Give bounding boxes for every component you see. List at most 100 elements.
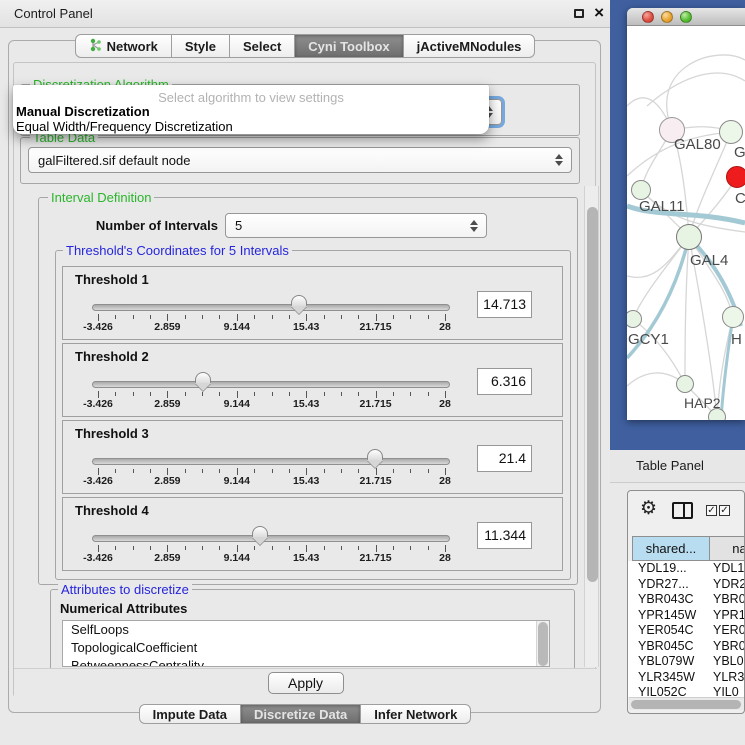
- slider-tick: [272, 546, 273, 550]
- network-node-gal11[interactable]: [631, 180, 651, 200]
- slider-tick-label: 9.144: [214, 321, 260, 333]
- table-row[interactable]: YBL079WYBL0: [628, 654, 745, 670]
- slider-tick: [324, 392, 325, 396]
- threshold-value-field[interactable]: 11.344: [477, 522, 532, 549]
- slider-track[interactable]: [92, 304, 450, 311]
- slider-tick: [150, 315, 151, 319]
- slider-thumb[interactable]: [291, 295, 307, 315]
- slider-tick: [98, 468, 99, 475]
- tab-infer-network[interactable]: Infer Network: [361, 704, 471, 724]
- network-node[interactable]: [708, 408, 726, 420]
- slider-thumb-point: [252, 537, 268, 545]
- network-icon: [89, 38, 102, 55]
- close-icon[interactable]: ×: [594, 3, 604, 23]
- slider-track[interactable]: [92, 381, 450, 388]
- cell-name: YIL0: [713, 685, 739, 697]
- table-row[interactable]: YER054CYER0: [628, 623, 745, 639]
- slider-tick-label: 21.715: [353, 552, 399, 564]
- slider-tick-label: 15.43: [283, 475, 329, 487]
- attribute-item-selfloops[interactable]: SelfLoops: [63, 621, 549, 639]
- table-row[interactable]: YIL052CYIL0: [628, 685, 745, 697]
- table-data-combobox[interactable]: galFiltered.sif default node: [28, 147, 572, 173]
- network-node-ga[interactable]: [719, 120, 743, 144]
- slider-tick-label: 21.715: [353, 398, 399, 410]
- minimize-traffic-light-icon[interactable]: [661, 11, 673, 23]
- tab-discretize-data[interactable]: Discretize Data: [241, 704, 361, 724]
- gear-icon[interactable]: ⚙: [640, 497, 657, 520]
- tab-label: Network: [107, 39, 158, 54]
- threshold-value-field[interactable]: 14.713: [477, 291, 532, 318]
- apply-button[interactable]: Apply: [268, 672, 344, 694]
- table-row[interactable]: YBR045CYBR0: [628, 639, 745, 655]
- main-scrollbar-thumb[interactable]: [587, 207, 598, 582]
- slider-thumb[interactable]: [195, 372, 211, 392]
- network-node-c[interactable]: [726, 166, 745, 188]
- main-scrollbar[interactable]: [584, 186, 599, 667]
- tab-style[interactable]: Style: [172, 34, 230, 58]
- slider-tick: [306, 545, 307, 552]
- slider-thumb[interactable]: [252, 526, 268, 546]
- close-traffic-light-icon[interactable]: [642, 11, 654, 23]
- numerical-attributes-list[interactable]: SelfLoopsTopologicalCoefficientBetweenne…: [62, 620, 550, 667]
- table-row[interactable]: YPR145WYPR1: [628, 608, 745, 624]
- float-window-icon[interactable]: [574, 9, 584, 18]
- table-row[interactable]: YDL19...YDL1: [628, 561, 745, 577]
- table-rows: YDL19...YDL1YDR27...YDR2YBR043CYBR0YPR14…: [628, 561, 745, 697]
- slider-tick: [428, 315, 429, 319]
- slider-tick: [98, 314, 99, 321]
- threshold-value-field[interactable]: 6.316: [477, 368, 532, 395]
- slider-tick: [254, 469, 255, 473]
- slider-tick: [202, 392, 203, 396]
- num-intervals-combobox[interactable]: 5: [225, 213, 487, 238]
- checkbox-icon[interactable]: ✓: [719, 505, 730, 516]
- table-panel-window: ⚙ ✓ ✓ shared... na YDL19...YDL1YDR27...Y…: [627, 490, 745, 714]
- table-horizontal-scrollbar[interactable]: [629, 697, 745, 710]
- slider-tick: [393, 469, 394, 473]
- slider-tick: [272, 392, 273, 396]
- slider-tick: [289, 392, 290, 396]
- tab-select[interactable]: Select: [230, 34, 295, 58]
- popup-item-equal-width-frequency[interactable]: Equal Width/Frequency Discretization: [16, 119, 233, 134]
- network-node-gal4[interactable]: [676, 224, 702, 250]
- slider-tick-label: 2.859: [144, 398, 190, 410]
- slider-track[interactable]: [92, 458, 450, 465]
- interval-definition-label: Interval Definition: [48, 190, 154, 205]
- tab-label: Select: [243, 39, 281, 54]
- checkbox-icon[interactable]: ✓: [706, 505, 717, 516]
- slider-tick: [445, 391, 446, 398]
- right-region: GAL80GACGAL11GAL4GCY1HHAP2 Table Panel ⚙…: [610, 0, 745, 745]
- slider-tick: [289, 546, 290, 550]
- tab-cyni-toolbox[interactable]: Cyni Toolbox: [295, 34, 403, 58]
- cell-shared-name: YLR345W: [638, 670, 695, 684]
- slider-tick: [237, 391, 238, 398]
- attributes-scrollbar[interactable]: [536, 621, 549, 666]
- column-header-shared-name[interactable]: shared...: [632, 536, 710, 561]
- tab-network[interactable]: Network: [75, 34, 172, 58]
- attribute-item-betweennesscentrality[interactable]: BetweennessCentrality: [63, 657, 549, 667]
- tab-impute-data[interactable]: Impute Data: [139, 704, 241, 724]
- algorithm-popup: Select algorithm to view settings Manual…: [13, 85, 489, 134]
- network-node-hap2[interactable]: [676, 375, 694, 393]
- zoom-traffic-light-icon[interactable]: [680, 11, 692, 23]
- table-row[interactable]: YDR27...YDR2: [628, 577, 745, 593]
- popup-item-manual-discretization[interactable]: Manual Discretization: [16, 104, 150, 119]
- slider-tick: [272, 315, 273, 319]
- table-row[interactable]: YLR345WYLR3: [628, 670, 745, 686]
- slider-thumb[interactable]: [367, 449, 383, 469]
- network-node-h[interactable]: [722, 306, 744, 328]
- table-row[interactable]: YBR043CYBR0: [628, 592, 745, 608]
- column-header-name[interactable]: na: [710, 536, 745, 561]
- num-intervals-value: 5: [235, 218, 242, 233]
- tab-jactivemnodules[interactable]: jActiveMNodules: [404, 34, 536, 58]
- slider-tick: [376, 545, 377, 552]
- threshold-value-field[interactable]: 21.4: [477, 445, 532, 472]
- slider-tick: [237, 545, 238, 552]
- slider-tick: [115, 469, 116, 473]
- slider-tick: [202, 469, 203, 473]
- slider-tick: [185, 546, 186, 550]
- slider-tick: [428, 546, 429, 550]
- attribute-item-topologicalcoefficient[interactable]: TopologicalCoefficient: [63, 639, 549, 657]
- split-columns-icon[interactable]: [672, 502, 693, 519]
- network-canvas[interactable]: GAL80GACGAL11GAL4GCY1HHAP2: [627, 26, 745, 420]
- slider-track[interactable]: [92, 535, 450, 542]
